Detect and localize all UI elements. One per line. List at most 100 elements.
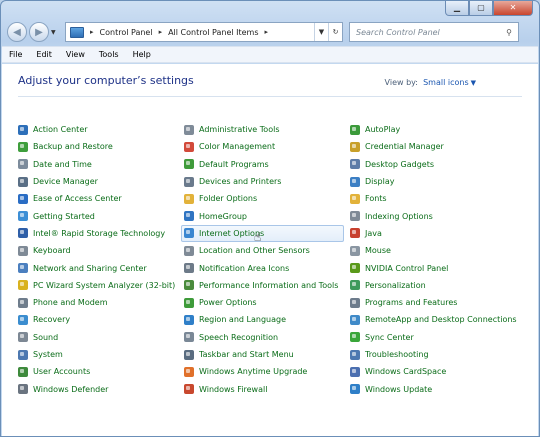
control-panel-item[interactable]: Region and Language <box>184 311 344 328</box>
control-panel-item-label: Windows Defender <box>33 384 109 394</box>
control-panel-item[interactable]: Backup and Restore <box>18 138 178 155</box>
control-panel-item[interactable]: PC Wizard System Analyzer (32-bit) <box>18 277 178 294</box>
menu-view[interactable]: View <box>66 50 85 59</box>
speaker-icon <box>18 332 28 343</box>
search-icon[interactable]: ⚲ <box>500 28 518 37</box>
control-panel-item-label: Sound <box>33 332 59 342</box>
control-panel-item[interactable]: Fonts <box>350 190 510 207</box>
control-panel-item[interactable]: Windows Defender <box>18 380 178 397</box>
search-placeholder: Search Control Panel <box>356 27 440 37</box>
control-panel-item-label: Indexing Options <box>365 211 433 221</box>
control-panel-item[interactable]: Personalization <box>350 277 510 294</box>
chevron-down-icon: ▼ <box>470 79 476 87</box>
control-panel-item[interactable]: Getting Started <box>18 207 178 224</box>
control-panel-item-label: Default Programs <box>199 159 269 169</box>
maximize-button[interactable]: ▢ <box>469 1 493 16</box>
address-dropdown-button[interactable]: ▼ <box>314 23 328 41</box>
control-panel-item[interactable]: Windows Anytime Upgrade <box>184 363 344 380</box>
address-bar-controls: ▼ ↻ <box>314 23 342 41</box>
notification-icon <box>184 263 194 274</box>
control-panel-item-label: Keyboard <box>33 246 71 256</box>
control-panel-item[interactable]: Default Programs <box>184 156 344 173</box>
minimize-button[interactable]: ▁ <box>445 1 469 16</box>
control-panel-item[interactable]: Action Center <box>18 121 178 138</box>
control-panel-item[interactable]: Keyboard <box>18 242 178 259</box>
control-panel-item[interactable]: Desktop Gadgets <box>350 156 510 173</box>
control-panel-item[interactable]: Color Management <box>184 138 344 155</box>
control-panel-item[interactable]: RemoteApp and Desktop Connections <box>350 311 517 328</box>
control-panel-item[interactable]: Windows Firewall <box>184 380 344 397</box>
control-panel-item-label: PC Wizard System Analyzer (32-bit) <box>33 280 176 290</box>
content-pane: Adjust your computer’s settings View by:… <box>2 64 538 436</box>
menu-tools[interactable]: Tools <box>99 50 119 59</box>
default-programs-icon <box>184 159 194 170</box>
recent-pages-dropdown[interactable]: ▼ <box>51 29 61 36</box>
control-panel-item[interactable]: Programs and Features <box>350 294 510 311</box>
address-bar[interactable]: ▸ Control Panel ▸ All Control Panel Item… <box>65 22 343 42</box>
control-panel-item[interactable]: Sync Center <box>350 329 510 346</box>
control-panel-item[interactable]: Notification Area Icons <box>184 259 344 276</box>
control-panel-item[interactable]: AutoPlay <box>350 121 510 138</box>
control-panel-item[interactable]: HomeGroup <box>184 207 344 224</box>
control-panel-item[interactable]: Administrative Tools <box>184 121 344 138</box>
control-panel-item-label: Fonts <box>365 194 387 204</box>
page-title: Adjust your computer’s settings <box>18 74 194 87</box>
chevron-right-icon[interactable]: ▸ <box>159 28 163 36</box>
forward-button[interactable]: ▶ <box>29 22 49 42</box>
network-icon <box>18 263 28 274</box>
control-panel-item[interactable]: Network and Sharing Center <box>18 259 178 276</box>
control-panel-item[interactable]: Windows Update <box>350 380 510 397</box>
mouse-icon <box>350 245 360 256</box>
control-panel-item[interactable]: Devices and Printers <box>184 173 344 190</box>
control-panel-item[interactable]: Sound <box>18 329 178 346</box>
control-panel-item[interactable]: Windows CardSpace <box>350 363 510 380</box>
control-panel-item[interactable]: Indexing Options <box>350 207 510 224</box>
control-panel-item[interactable]: Device Manager <box>18 173 178 190</box>
color-management-icon <box>184 141 194 152</box>
pc-wizard-icon <box>18 280 28 291</box>
cardspace-icon <box>350 366 360 377</box>
control-panel-item[interactable]: Intel® Rapid Storage Technology <box>18 225 178 242</box>
control-panel-item-label: Region and Language <box>199 315 287 325</box>
control-panel-item[interactable]: Phone and Modem <box>18 294 178 311</box>
control-panel-item[interactable]: Java <box>350 225 510 242</box>
control-panel-item[interactable]: Performance Information and Tools <box>184 277 344 294</box>
control-panel-item[interactable]: Folder Options <box>184 190 344 207</box>
control-panel-item[interactable]: Mouse <box>350 242 510 259</box>
control-panel-item[interactable]: NVIDIA Control Panel <box>350 259 510 276</box>
control-panel-item[interactable]: Power Options <box>184 294 344 311</box>
items-column-3: AutoPlay Credential Manager Desktop Gadget… <box>350 121 517 398</box>
close-button[interactable]: ✕ <box>493 1 533 16</box>
control-panel-item[interactable]: Location and Other Sensors <box>184 242 344 259</box>
control-panel-item[interactable]: Speech Recognition <box>184 329 344 346</box>
refresh-button[interactable]: ↻ <box>328 23 342 41</box>
breadcrumb-all-items[interactable]: All Control Panel Items <box>168 28 258 37</box>
control-panel-item[interactable]: Date and Time <box>18 156 178 173</box>
control-panel-item-label: Administrative Tools <box>199 125 280 135</box>
control-panel-item[interactable]: Taskbar and Start Menu <box>184 346 344 363</box>
menu-file[interactable]: File <box>9 50 22 59</box>
breadcrumb-control-panel[interactable]: Control Panel <box>100 28 153 37</box>
view-by-dropdown[interactable]: Small icons ▼ <box>423 78 476 87</box>
control-panel-item-label: Desktop Gadgets <box>365 159 435 169</box>
control-panel-item[interactable]: Internet Options <box>181 224 344 243</box>
control-panel-item[interactable]: User Accounts <box>18 363 178 380</box>
chevron-right-icon[interactable]: ▸ <box>90 28 94 36</box>
control-panel-item[interactable]: Troubleshooting <box>350 346 510 363</box>
back-button[interactable]: ◀ <box>7 22 27 42</box>
menu-help[interactable]: Help <box>133 50 151 59</box>
nvidia-icon <box>350 263 360 274</box>
intel-icon <box>18 228 28 239</box>
view-by-label: View by: <box>384 78 418 87</box>
control-panel-item[interactable]: Recovery <box>18 311 178 328</box>
folder-icon <box>184 193 194 204</box>
chevron-right-icon[interactable]: ▸ <box>265 28 269 36</box>
control-panel-item[interactable]: Display <box>350 173 510 190</box>
control-panel-item[interactable]: System <box>18 346 178 363</box>
control-panel-item[interactable]: Ease of Access Center <box>18 190 178 207</box>
menu-edit[interactable]: Edit <box>36 50 52 59</box>
control-panel-item[interactable]: Credential Manager <box>350 138 510 155</box>
control-panel-item-label: NVIDIA Control Panel <box>365 263 449 273</box>
close-icon: ✕ <box>509 3 517 12</box>
search-input[interactable]: Search Control Panel ⚲ <box>349 22 519 42</box>
